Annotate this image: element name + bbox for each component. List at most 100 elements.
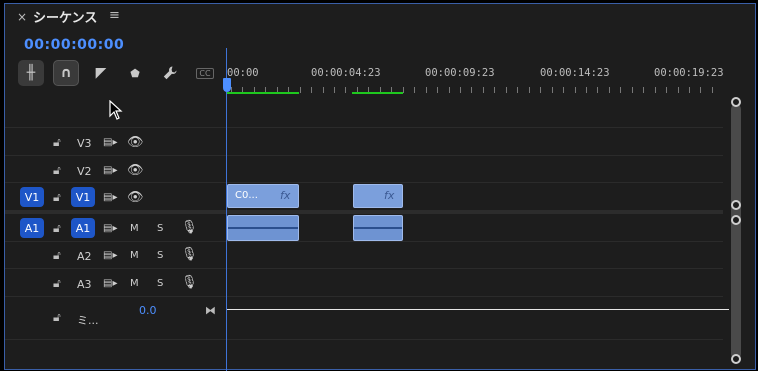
insert-snap-tool-button[interactable]: ╫	[18, 60, 44, 86]
mouse-cursor-icon	[109, 100, 123, 120]
ruler-tick	[540, 87, 541, 93]
solo-button[interactable]: S	[157, 223, 163, 234]
microphone-icon[interactable]: 🎙︎	[181, 220, 198, 235]
sync-lock-icon[interactable]: ▤▸	[103, 192, 117, 203]
snap-button[interactable]: ∩	[53, 60, 79, 86]
timeline-settings-button[interactable]	[157, 60, 183, 86]
ruler-tick	[552, 87, 553, 93]
playhead-line[interactable]	[226, 48, 227, 371]
ruler-tick	[483, 87, 484, 93]
track-target-v1[interactable]: V1	[71, 187, 95, 207]
playhead-handle[interactable]	[223, 78, 231, 92]
solo-button[interactable]: S	[157, 278, 163, 289]
ruler-tick	[414, 87, 415, 93]
fx-badge: fx	[384, 189, 395, 202]
scroll-handle-top[interactable]	[731, 97, 741, 107]
mute-button[interactable]: M	[130, 250, 139, 261]
ruler-tick	[643, 87, 644, 93]
eye-icon[interactable]: 👁︎	[127, 163, 144, 178]
captions-button[interactable]: CC	[192, 60, 218, 86]
audio-clip[interactable]	[353, 215, 403, 241]
video-clip[interactable]: C0... fx	[227, 184, 299, 208]
captions-icon: CC	[196, 67, 214, 79]
ruler-tick	[689, 87, 690, 93]
ruler-label: 00:00:04:23	[311, 67, 381, 79]
audio-clip[interactable]	[227, 215, 299, 241]
mute-button[interactable]: M	[130, 278, 139, 289]
track-separator	[5, 127, 723, 128]
track-target-a1[interactable]: A1	[71, 218, 95, 238]
playhead-timecode[interactable]: 00:00:00:00	[24, 37, 124, 53]
eye-icon[interactable]: 👁︎	[127, 190, 144, 205]
lock-icon[interactable]: 🔓︎	[53, 248, 61, 263]
ruler-tick	[460, 87, 461, 93]
lock-icon[interactable]: 🔓︎	[53, 221, 61, 236]
ruler-tick	[334, 87, 335, 93]
track-name-mix: ミ...	[77, 314, 99, 327]
video-clip[interactable]: fx	[353, 184, 403, 208]
ruler-tick	[494, 87, 495, 93]
microphone-icon[interactable]: 🎙︎	[181, 247, 198, 262]
fx-badge: fx	[280, 189, 291, 202]
sync-lock-icon[interactable]: ▤▸	[103, 165, 117, 176]
clip-name: C0...	[235, 190, 258, 201]
ruler-tick	[345, 87, 346, 93]
mix-volume-line	[227, 309, 729, 310]
mute-button[interactable]: M	[130, 223, 139, 234]
close-tab-button[interactable]: ×	[17, 10, 27, 24]
eye-icon[interactable]: 👁︎	[127, 135, 144, 150]
ruler-tick	[563, 87, 564, 93]
track-name-v2: V2	[77, 165, 92, 178]
ruler-tick	[632, 87, 633, 93]
source-patch-a1[interactable]: A1	[20, 218, 44, 238]
lock-icon[interactable]: 🔓︎	[53, 163, 61, 178]
microphone-icon[interactable]: 🎙︎	[181, 275, 198, 290]
ruler-tick	[403, 87, 404, 93]
linked-selection-button[interactable]: ◤	[88, 60, 114, 86]
ruler-tick	[449, 87, 450, 93]
ruler-tick	[597, 87, 598, 93]
mix-volume-value[interactable]: 0.0	[139, 304, 157, 317]
magnet-icon: ∩	[60, 65, 72, 81]
ruler-tick	[471, 87, 472, 93]
scroll-handle-top[interactable]	[731, 215, 741, 225]
track-separator	[5, 155, 723, 156]
ruler-tick	[529, 87, 530, 93]
ruler-tick	[586, 87, 587, 93]
lock-icon[interactable]: 🔓︎	[53, 135, 61, 150]
ruler-tick	[437, 87, 438, 93]
ruler-tick	[323, 87, 324, 93]
ruler-tick	[575, 87, 576, 93]
video-audio-divider[interactable]	[5, 210, 723, 214]
track-separator	[5, 182, 723, 183]
ruler-tick	[506, 87, 507, 93]
ruler-tick	[712, 87, 713, 93]
sync-lock-icon[interactable]: ▤▸	[103, 278, 117, 289]
panel-menu-icon[interactable]: ≡	[109, 8, 120, 23]
ruler-tick	[300, 87, 301, 93]
ruler-tick	[700, 87, 701, 93]
track-separator	[5, 339, 723, 340]
add-marker-button[interactable]: ⬟	[122, 60, 148, 86]
source-patch-v1[interactable]: V1	[20, 187, 44, 207]
sync-lock-icon[interactable]: ▤▸	[103, 250, 117, 261]
panel-tab-title[interactable]: シーケンス	[33, 7, 97, 26]
sync-lock-icon[interactable]: ▤▸	[103, 137, 117, 148]
lock-icon[interactable]: 🔓︎	[53, 310, 61, 325]
in-out-range	[352, 92, 403, 94]
track-name-a2: A2	[77, 250, 92, 263]
track-separator	[5, 268, 723, 269]
solo-button[interactable]: S	[157, 250, 163, 261]
lock-icon[interactable]: 🔓︎	[53, 276, 61, 291]
sync-lock-icon[interactable]: ▤▸	[103, 223, 117, 234]
scroll-handle-bottom[interactable]	[731, 354, 741, 364]
keyframe-nav-icon[interactable]: ⧓	[205, 304, 216, 317]
wrench-icon	[163, 66, 177, 80]
track-separator	[5, 296, 723, 297]
marker-icon: ⬟	[130, 66, 140, 80]
ruler-tick	[666, 87, 667, 93]
vertical-scrollbar[interactable]	[731, 104, 741, 359]
scroll-handle-bottom[interactable]	[731, 200, 741, 210]
lock-icon[interactable]: 🔓︎	[53, 190, 61, 205]
ruler-tick	[655, 87, 656, 93]
